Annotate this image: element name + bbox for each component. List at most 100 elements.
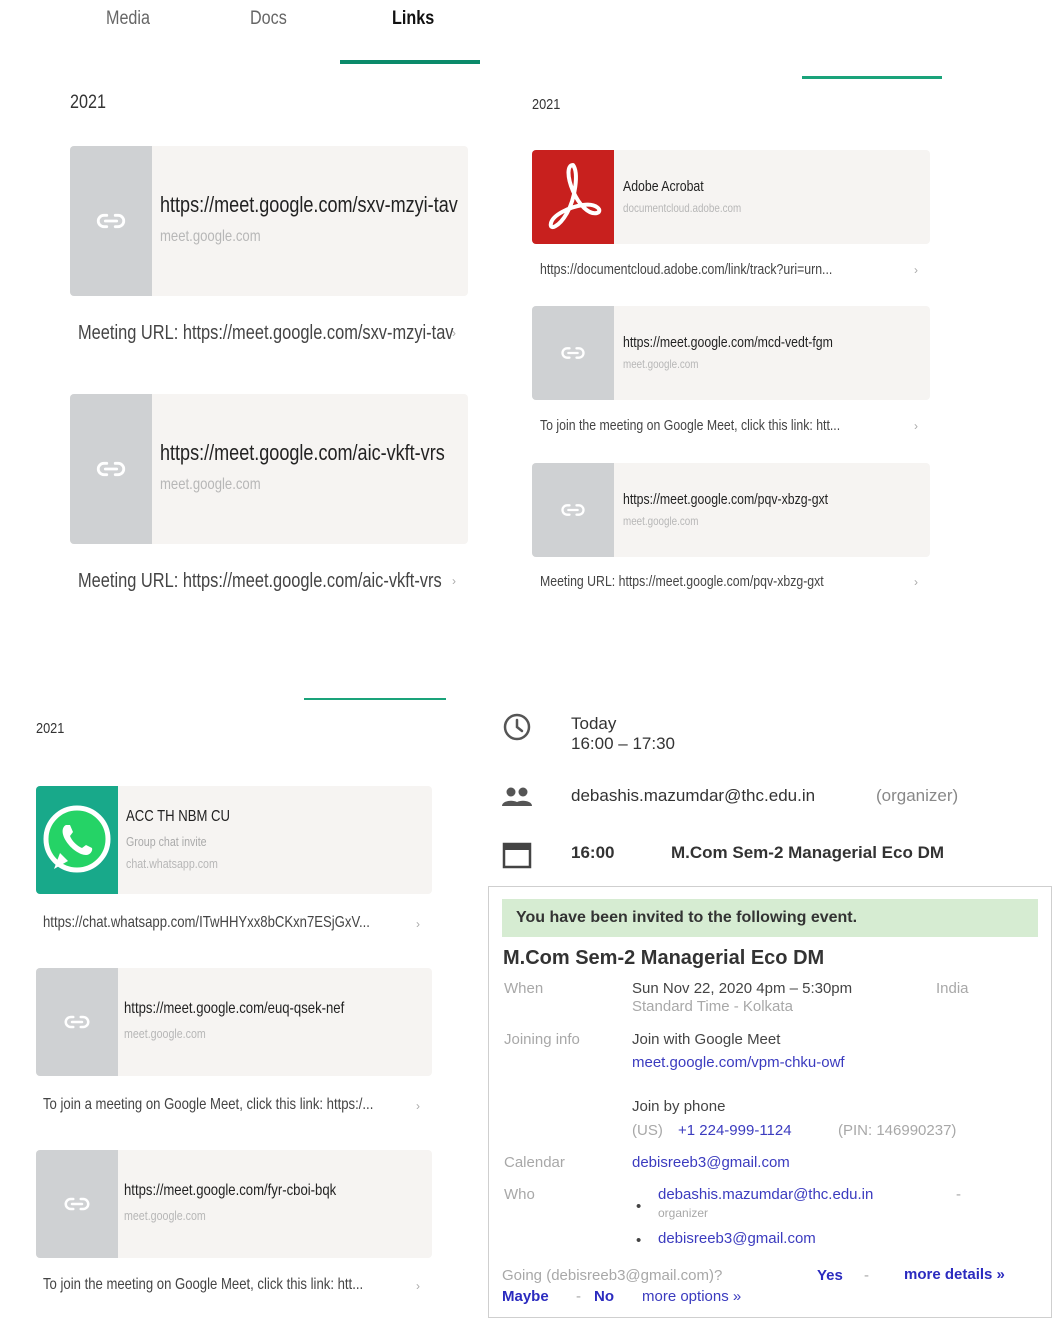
phone-number[interactable]: +1 224-999-1124 [678,1122,792,1139]
event-start-time: 16:00 [571,843,615,862]
link-icon [96,213,126,229]
link-thumbnail [532,463,614,557]
link-card[interactable]: https://meet.google.com/pqv-xbzg-gxt mee… [532,463,930,557]
link-caption[interactable]: To join the meeting on Google Meet, clic… [43,1276,363,1294]
rsvp-separator: - [576,1288,581,1305]
who-guest-email[interactable]: debisreeb3@gmail.com [658,1230,816,1247]
when-label: When [504,980,544,997]
link-title: https://meet.google.com/aic-vkft-vrs [160,440,445,465]
year-heading: 2021 [70,92,106,113]
link-card[interactable]: https://meet.google.com/mcd-vedt-fgm mee… [532,306,930,400]
link-thumbnail [70,394,152,544]
link-subtitle: Group chat invite [126,834,207,849]
joining-info-label: Joining info [504,1031,580,1048]
link-title: Adobe Acrobat [623,178,704,195]
when-timezone-2: Standard Time - Kolkata [632,998,793,1015]
rsvp-yes-link[interactable]: Yes [817,1267,843,1284]
adobe-thumbnail [532,150,614,244]
link-title: https://meet.google.com/fyr-cboi-bqk [124,1182,337,1199]
link-domain: meet.google.com [160,476,261,493]
link-card[interactable]: https://meet.google.com/aic-vkft-vrs mee… [70,394,468,544]
rsvp-no-link[interactable]: No [594,1288,614,1305]
chevron-right-icon[interactable]: › [452,326,456,340]
link-domain: meet.google.com [124,1026,206,1041]
phone-pin: (PIN: 146990237) [838,1122,957,1139]
link-caption[interactable]: https://chat.whatsapp.com/ITwHHYxx8bCKxn… [43,914,370,932]
link-icon [64,1015,90,1029]
who-dash: - [956,1186,961,1203]
organizer-email[interactable]: debashis.mazumdar@thc.edu.in [571,786,815,806]
link-icon [64,1197,90,1211]
when-value: Sun Nov 22, 2020 4pm – 5:30pm [632,980,853,997]
link-domain: meet.google.com [623,514,699,528]
tab-docs[interactable]: Docs [250,8,287,30]
chevron-right-icon[interactable]: › [416,917,420,931]
more-options-link[interactable]: more options » [642,1288,741,1305]
chevron-right-icon[interactable]: › [416,1279,420,1293]
link-card[interactable]: https://meet.google.com/euq-qsek-nef mee… [36,968,432,1076]
link-card[interactable]: https://meet.google.com/fyr-cboi-bqk mee… [36,1150,432,1258]
link-domain: meet.google.com [160,228,261,245]
bullet: • [636,1198,642,1215]
rsvp-separator: - [864,1267,869,1284]
who-organizer-email[interactable]: debashis.mazumdar@thc.edu.in [658,1186,873,1203]
event-day: Today [571,714,617,733]
whatsapp-thumbnail [36,786,118,894]
link-caption[interactable]: Meeting URL: https://meet.google.com/sxv… [78,322,454,345]
join-meet-link[interactable]: meet.google.com/vpm-chku-owf [632,1054,845,1071]
link-thumbnail [36,968,118,1076]
chevron-right-icon[interactable]: › [914,263,918,277]
adobe-acrobat-icon [548,163,602,230]
more-details-link[interactable]: more details » [904,1266,1005,1283]
tab-media[interactable]: Media [106,8,150,30]
link-card[interactable]: https://meet.google.com/sxv-mzyi-tav mee… [70,146,468,296]
link-thumbnail [532,306,614,400]
invite-banner-text: You have been invited to the following e… [516,909,858,926]
calendar-value[interactable]: debisreeb3@gmail.com [632,1154,790,1171]
chevron-right-icon[interactable]: › [914,419,918,433]
link-icon [96,461,126,477]
invite-title: M.Com Sem-2 Managerial Eco DM [503,947,825,969]
link-caption[interactable]: To join the meeting on Google Meet, clic… [540,417,840,434]
whatsapp-icon [43,805,111,873]
link-domain: meet.google.com [623,357,699,371]
going-prompt: Going (debisreeb3@gmail.com)? [502,1267,723,1284]
link-caption[interactable]: Meeting URL: https://meet.google.com/aic… [78,570,442,593]
chevron-right-icon[interactable]: › [914,575,918,589]
tab-underline-panel3 [304,698,446,700]
tab-links-underline [340,60,480,64]
chevron-right-icon[interactable]: › [452,574,456,588]
bullet: • [636,1232,642,1249]
event-time-range: 16:00 – 17:30 [571,734,675,753]
people-icon [502,787,532,806]
link-domain: chat.whatsapp.com [126,856,218,871]
who-organizer-role: organizer [658,1206,709,1220]
when-timezone-1: India [936,980,969,997]
link-title: https://meet.google.com/euq-qsek-nef [124,1000,345,1017]
link-card[interactable]: Adobe Acrobat documentcloud.adobe.com [532,150,930,244]
clock-icon [503,713,531,741]
join-phone-text: Join by phone [632,1098,726,1115]
link-caption[interactable]: To join a meeting on Google Meet, click … [43,1096,373,1114]
phone-country: (US) [632,1122,663,1139]
link-domain: documentcloud.adobe.com [623,201,742,215]
link-caption[interactable]: Meeting URL: https://meet.google.com/pqv… [540,573,824,590]
join-meet-text: Join with Google Meet [632,1031,781,1048]
link-domain: meet.google.com [124,1208,206,1223]
link-title: https://meet.google.com/pqv-xbzg-gxt [623,491,829,508]
tab-underline-panel2 [802,76,942,79]
link-caption[interactable]: https://documentcloud.adobe.com/link/tra… [540,261,832,278]
who-label: Who [504,1186,535,1203]
event-title: M.Com Sem-2 Managerial Eco DM [671,843,945,862]
chevron-right-icon[interactable]: › [416,1099,420,1113]
link-title: https://meet.google.com/mcd-vedt-fgm [623,334,833,351]
link-icon [561,504,585,516]
organizer-role: (organizer) [876,786,959,805]
link-title: https://meet.google.com/sxv-mzyi-tav [160,192,458,217]
link-icon [561,347,585,359]
link-thumbnail [70,146,152,296]
tab-links[interactable]: Links [392,8,434,30]
link-card[interactable]: ACC TH NBM CU Group chat invite chat.wha… [36,786,432,894]
rsvp-maybe-link[interactable]: Maybe [502,1288,549,1305]
link-title: ACC TH NBM CU [126,808,230,825]
